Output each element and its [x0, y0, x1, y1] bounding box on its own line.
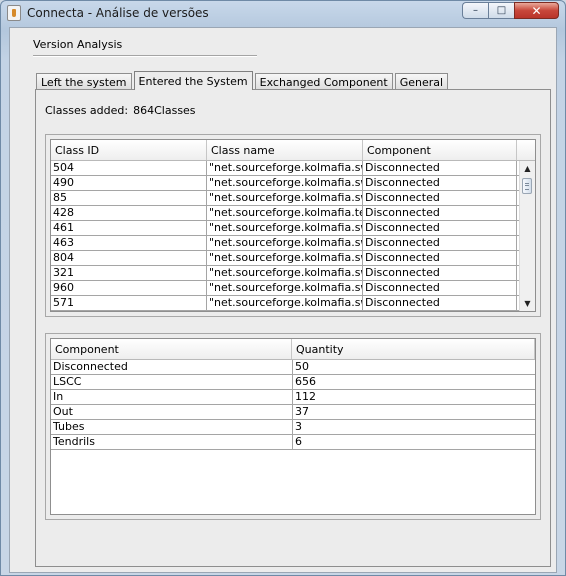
quantity-cell: 112: [293, 390, 535, 404]
tab-exchanged-component[interactable]: Exchanged Component: [254, 73, 393, 90]
class-id-cell: 490: [51, 176, 207, 190]
classes-table-scrollbar[interactable]: ▲ ▼: [519, 161, 535, 311]
component-name-cell: LSCC: [51, 375, 293, 389]
classes-table-body: 504"net.sourceforge.kolmafia.swi...Disco…: [51, 161, 521, 311]
column-header-component[interactable]: Component: [363, 140, 517, 160]
component-cell: Disconnected: [363, 161, 517, 175]
table-row[interactable]: 571"net.sourceforge.kolmafia.swi...Disco…: [51, 296, 521, 311]
class-id-cell: 85: [51, 191, 207, 205]
classes-table[interactable]: Class ID Class name Component 504 "net.so…: [50, 139, 536, 312]
classes-table-frame: Class ID Class name Component 504 "net.so…: [45, 134, 541, 317]
scroll-down-arrow-icon[interactable]: ▼: [520, 296, 535, 311]
class-name-cell: "net.sourceforge.kolmafia.swi...: [207, 251, 363, 265]
title-bar[interactable]: Connecta - Análise de versões – □ ✕: [1, 1, 565, 27]
table-row[interactable]: Tubes 3: [51, 420, 535, 435]
minimize-button[interactable]: –: [462, 2, 488, 19]
class-name-cell: "net.sourceforge.kolmafia.swi...: [207, 296, 363, 310]
class-name-cell: "net.sourceforge.kolmafia.swi...: [207, 191, 363, 205]
maximize-button[interactable]: □: [488, 2, 514, 19]
table-row[interactable]: 463"net.sourceforge.kolmafia.swi...Disco…: [51, 236, 521, 251]
component-cell: Disconnected: [363, 296, 517, 310]
component-table-frame: Component Quantity Disconnected 50 LSCC 65…: [45, 333, 541, 520]
column-header-class-name[interactable]: Class name: [207, 140, 363, 160]
component-name-cell: Out: [51, 405, 293, 419]
table-row[interactable]: LSCC 656: [51, 375, 535, 390]
class-id-cell: 428: [51, 206, 207, 220]
component-name-cell: In: [51, 390, 293, 404]
content-pane: Version Analysis Left the system Entered…: [9, 27, 557, 573]
class-name-cell: "net.sourceforge.kolmafia.swi...: [207, 176, 363, 190]
component-name-cell: Disconnected: [51, 360, 293, 374]
component-table-header: Component Quantity: [51, 339, 535, 360]
tab-entered-the-system[interactable]: Entered the System: [133, 71, 253, 90]
classes-added-value: 864Classes: [133, 104, 196, 117]
section-divider: [33, 55, 257, 57]
close-button[interactable]: ✕: [514, 2, 559, 19]
tab-panel-entered-the-system: Classes added: 864Classes Class ID Class…: [35, 89, 551, 567]
section-title: Version Analysis: [33, 38, 123, 51]
tab-left-the-system[interactable]: Left the system: [36, 73, 132, 90]
classes-added-label: Classes added:: [45, 104, 129, 117]
class-name-cell: "net.sourceforge.kolmafia.swi...: [207, 161, 363, 175]
quantity-cell: 656: [293, 375, 535, 389]
quantity-cell: 50: [293, 360, 535, 374]
table-row[interactable]: In 112: [51, 390, 535, 405]
component-cell: Disconnected: [363, 281, 517, 295]
table-row[interactable]: Disconnected 50: [51, 360, 535, 375]
class-id-cell: 804: [51, 251, 207, 265]
table-row[interactable]: 428"net.sourceforge.kolmafia.text...Disc…: [51, 206, 521, 221]
component-cell: Disconnected: [363, 221, 517, 235]
column-header-component[interactable]: Component: [51, 339, 292, 359]
class-name-cell: "net.sourceforge.kolmafia.swi...: [207, 281, 363, 295]
component-cell: Disconnected: [363, 191, 517, 205]
component-name-cell: Tubes: [51, 420, 293, 434]
app-window: Connecta - Análise de versões – □ ✕ Vers…: [0, 0, 566, 576]
classes-added-summary: Classes added: 864Classes: [45, 104, 196, 117]
class-name-cell: "net.sourceforge.kolmafia.swi...: [207, 266, 363, 280]
table-row[interactable]: 960"net.sourceforge.kolmafia.swi...Disco…: [51, 281, 521, 296]
window-title: Connecta - Análise de versões: [27, 6, 209, 20]
component-cell: Disconnected: [363, 206, 517, 220]
component-table[interactable]: Component Quantity Disconnected 50 LSCC 65…: [50, 338, 536, 515]
component-cell: Disconnected: [363, 251, 517, 265]
class-id-cell: 960: [51, 281, 207, 295]
tab-strip: Left the system Entered the System Excha…: [36, 71, 450, 90]
component-cell: Disconnected: [363, 266, 517, 280]
component-cell: Disconnected: [363, 236, 517, 250]
class-id-cell: 321: [51, 266, 207, 280]
table-row[interactable]: 804"net.sourceforge.kolmafia.swi...Disco…: [51, 251, 521, 266]
class-name-cell: "net.sourceforge.kolmafia.swi...: [207, 236, 363, 250]
class-id-cell: 463: [51, 236, 207, 250]
column-header-class-id[interactable]: Class ID: [51, 140, 207, 160]
quantity-cell: 3: [293, 420, 535, 434]
table-row[interactable]: 490"net.sourceforge.kolmafia.swi...Disco…: [51, 176, 521, 191]
table-row[interactable]: 321"net.sourceforge.kolmafia.swi...Disco…: [51, 266, 521, 281]
quantity-cell: 6: [293, 435, 535, 449]
class-name-cell: "net.sourceforge.kolmafia.text...: [207, 206, 363, 220]
class-id-cell: 461: [51, 221, 207, 235]
class-id-cell: 504: [51, 161, 207, 175]
tab-general[interactable]: General: [394, 73, 449, 90]
window-controls: – □ ✕: [462, 2, 559, 19]
scroll-up-arrow-icon[interactable]: ▲: [520, 161, 535, 176]
component-name-cell: Tendrils: [51, 435, 293, 449]
table-row[interactable]: 85"net.sourceforge.kolmafia.swi...Discon…: [51, 191, 521, 206]
class-name-cell: "net.sourceforge.kolmafia.swi...: [207, 221, 363, 235]
column-header-quantity[interactable]: Quantity: [292, 339, 535, 359]
java-app-icon: [7, 5, 21, 21]
classes-table-header: Class ID Class name Component: [51, 140, 535, 161]
quantity-cell: 37: [293, 405, 535, 419]
class-id-cell: 571: [51, 296, 207, 310]
table-row[interactable]: Tendrils 6: [51, 435, 535, 450]
scrollbar-thumb[interactable]: [522, 178, 532, 194]
component-table-body: Disconnected 50 LSCC 656 In 112 Out 37 Tubes…: [51, 360, 535, 450]
table-row[interactable]: 461"net.sourceforge.kolmafia.swi...Disco…: [51, 221, 521, 236]
table-row[interactable]: 504"net.sourceforge.kolmafia.swi...Disco…: [51, 161, 521, 176]
component-cell: Disconnected: [363, 176, 517, 190]
table-row[interactable]: Out 37: [51, 405, 535, 420]
